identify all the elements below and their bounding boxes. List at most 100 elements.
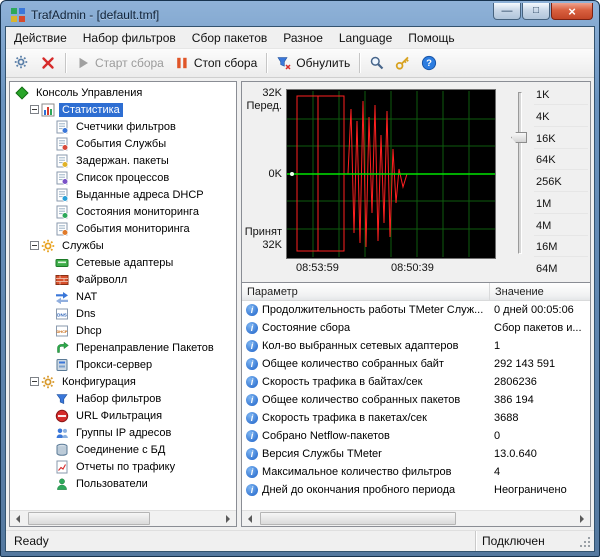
menu-item[interactable]: Помощь xyxy=(400,27,462,48)
tree-item[interactable]: Соединение с БД xyxy=(10,441,236,458)
scroll-left-arrow-icon[interactable] xyxy=(242,511,258,526)
stat-row[interactable]: Скорость трафика в байтах/сек2806236 xyxy=(242,373,590,391)
menu-item[interactable]: Набор фильтров xyxy=(75,27,184,48)
scale-label: 4K xyxy=(534,107,588,127)
info-icon xyxy=(242,340,262,352)
titlebar[interactable]: TrafAdmin - [default.tmf] xyxy=(5,1,595,26)
stat-row[interactable]: Общее количество собранных байт292 143 5… xyxy=(242,355,590,373)
collapse-toggle[interactable] xyxy=(28,377,40,386)
scrollbar-thumb[interactable] xyxy=(260,512,456,525)
info-icon xyxy=(246,448,258,460)
trace-cursor xyxy=(290,172,294,176)
tree-item-label: Статистика xyxy=(59,103,123,117)
stat-param: Состояние сбора xyxy=(262,322,490,334)
stat-param: Скорость трафика в байтах/сек xyxy=(262,376,490,388)
info-icon xyxy=(246,376,258,388)
status-message: Ready xyxy=(6,534,475,548)
tree-item[interactable]: Список процессов xyxy=(10,169,236,186)
maximize-button[interactable] xyxy=(522,3,550,20)
resize-grip-icon[interactable] xyxy=(579,536,593,550)
column-header-param[interactable]: Параметр xyxy=(242,283,490,300)
scale-label: 256K xyxy=(534,172,588,192)
tree-item[interactable]: Файрволл xyxy=(10,271,236,288)
scroll-right-arrow-icon[interactable] xyxy=(220,511,236,526)
info-icon xyxy=(246,484,258,496)
tree-item[interactable]: Сетевые адаптеры xyxy=(10,254,236,271)
menu-item[interactable]: Сбор пакетов xyxy=(184,27,275,48)
menu-item[interactable]: Language xyxy=(331,27,400,48)
scroll-left-arrow-icon[interactable] xyxy=(10,511,26,526)
settings-button[interactable] xyxy=(10,53,34,73)
tree-item[interactable]: Статистика xyxy=(10,101,236,118)
stat-row[interactable]: Состояние сбораСбор пакетов и... xyxy=(242,319,590,337)
main-area: Консоль Управления СтатистикаСчетчики фил… xyxy=(6,78,594,530)
start-capture-button[interactable]: Старт сбора xyxy=(71,53,168,73)
view-report-button[interactable] xyxy=(365,53,389,73)
tree-item[interactable]: Прокси-сервер xyxy=(10,356,236,373)
stat-row[interactable]: Версия Службы TMeter13.0.640 xyxy=(242,445,590,463)
stat-value: 0 дней 00:05:06 xyxy=(490,304,590,316)
stat-row[interactable]: Скорость трафика в пакетах/сек3688 xyxy=(242,409,590,427)
firewall-icon xyxy=(54,273,70,287)
toolbar-separator xyxy=(266,53,267,73)
y-axis-top-value: 32K xyxy=(242,87,282,99)
tree-item[interactable]: События Службы xyxy=(10,135,236,152)
tree-item[interactable]: Пользователи xyxy=(10,475,236,492)
scale-slider-handle[interactable] xyxy=(511,132,527,143)
window-controls xyxy=(493,3,593,20)
stat-row[interactable]: Дней до окончания пробного периодаНеогра… xyxy=(242,481,590,499)
scrollbar-thumb[interactable] xyxy=(28,512,150,525)
menu-item[interactable]: Действие xyxy=(6,27,75,48)
tree-item[interactable]: Службы xyxy=(10,237,236,254)
db-connection-icon xyxy=(54,443,70,457)
delete-button[interactable] xyxy=(36,53,60,73)
tree-item[interactable]: NAT xyxy=(10,288,236,305)
tree-item[interactable]: События мониторинга xyxy=(10,220,236,237)
tree-horizontal-scrollbar[interactable] xyxy=(10,510,236,526)
tree-item[interactable]: Счетчики фильтров xyxy=(10,118,236,135)
security-button[interactable] xyxy=(391,53,415,73)
info-icon xyxy=(246,340,258,352)
pause-icon xyxy=(174,55,190,71)
stat-param: Скорость трафика в пакетах/сек xyxy=(262,412,490,424)
tree-item[interactable]: Набор фильтров xyxy=(10,390,236,407)
scroll-right-arrow-icon[interactable] xyxy=(574,511,590,526)
tree-item[interactable]: Перенаправление Пакетов xyxy=(10,339,236,356)
statistics-icon xyxy=(40,103,56,117)
tree-item[interactable]: DHCPDhcp xyxy=(10,322,236,339)
y-axis-bottom-value: 32K xyxy=(242,239,282,251)
stat-row[interactable]: Максимальное количество фильтров4 xyxy=(242,463,590,481)
tree-item[interactable]: Задержан. пакеты xyxy=(10,152,236,169)
reset-filter-icon xyxy=(276,55,292,71)
tree-item[interactable]: Состояния мониторинга xyxy=(10,203,236,220)
reset-counters-button[interactable]: Обнулить xyxy=(272,53,354,73)
tree-item[interactable]: URL Фильтрация xyxy=(10,407,236,424)
stat-row[interactable]: Продолжительность работы TMeter Служ...0… xyxy=(242,301,590,319)
stat-row[interactable]: Общее количество собранных пакетов386 19… xyxy=(242,391,590,409)
help-button[interactable]: ? xyxy=(417,53,441,73)
svg-text:DNS: DNS xyxy=(57,312,67,317)
tree-item[interactable]: Отчеты по трафику xyxy=(10,458,236,475)
close-button[interactable] xyxy=(551,3,593,20)
minimize-button[interactable] xyxy=(493,3,521,20)
scale-slider-track[interactable] xyxy=(518,92,522,254)
tree-item[interactable]: Группы IP адресов xyxy=(10,424,236,441)
table-horizontal-scrollbar[interactable] xyxy=(242,510,590,526)
tree-item[interactable]: DNSDns xyxy=(10,305,236,322)
statistics-table: Параметр Значение Продолжительность рабо… xyxy=(241,283,591,527)
column-header-value[interactable]: Значение xyxy=(490,283,590,300)
stop-capture-button[interactable]: Стоп сбора xyxy=(170,53,261,73)
tree-item-label: Прокси-сервер xyxy=(73,358,155,372)
tree-item[interactable]: Выданные адреса DHCP xyxy=(10,186,236,203)
stat-row[interactable]: Собрано Netflow-пакетов0 xyxy=(242,427,590,445)
scale-label: 4M xyxy=(534,216,588,236)
ip-groups-icon xyxy=(54,426,70,440)
tree-item[interactable]: Консоль Управления xyxy=(10,84,236,101)
collapse-toggle[interactable] xyxy=(28,241,40,250)
traffic-reports-icon xyxy=(54,460,70,474)
stat-row[interactable]: Кол-во выбранных сетевых адаптеров1 xyxy=(242,337,590,355)
tree-item[interactable]: Конфигурация xyxy=(10,373,236,390)
scale-label: 64K xyxy=(534,150,588,170)
collapse-toggle[interactable] xyxy=(28,105,40,114)
menu-item[interactable]: Разное xyxy=(275,27,331,48)
